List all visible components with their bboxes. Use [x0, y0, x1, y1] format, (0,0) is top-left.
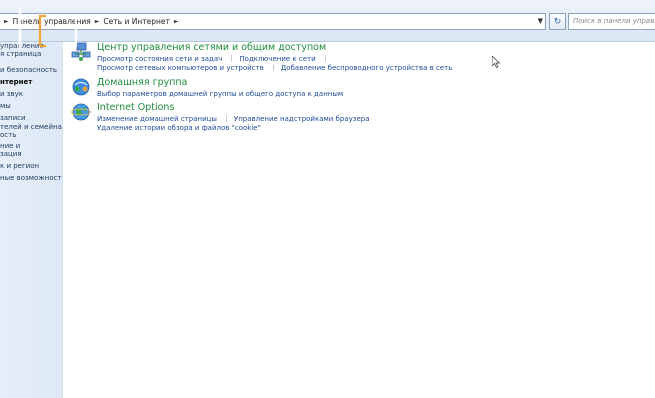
mouse-cursor-icon [492, 56, 500, 68]
category-homegroup: Домашняя группа Выбор параметров домашне… [71, 77, 631, 99]
sidebar-item-accounts[interactable]: записи [0, 114, 26, 122]
left-navigation-pane: управления я страница и безопасность нте… [0, 42, 63, 398]
sidebar-item-network[interactable]: нтернет [0, 78, 32, 86]
link-connect-to-network[interactable]: Подключение к сети [239, 55, 315, 63]
sidebar-item-programs[interactable]: мы [0, 102, 11, 110]
breadcrumb-arrow-icon[interactable]: ► [174, 18, 179, 25]
link-separator [324, 55, 326, 62]
link-homegroup-settings[interactable]: Выбор параметров домашней группы и общег… [97, 90, 343, 98]
category-title[interactable]: Домашняя группа [97, 77, 187, 88]
chevron-down-icon[interactable]: ▼ [538, 17, 543, 25]
sidebar-item-security[interactable]: и безопасность [0, 66, 57, 74]
category-network-center: Центр управления сетями и общим доступом… [71, 42, 631, 74]
refresh-button[interactable]: ↻ [549, 13, 566, 30]
main-content: Центр управления сетями и общим доступом… [63, 42, 655, 398]
sidebar-item-sound[interactable]: и звук [0, 90, 23, 98]
address-field[interactable]: ► Панель управления ► Сеть и Интернет ► … [0, 13, 546, 30]
link-delete-browsing-history[interactable]: Удаление истории обзора и файлов "cookie… [97, 124, 261, 132]
link-separator [225, 115, 227, 122]
breadcrumb-network-internet[interactable]: Сеть и Интернет [103, 17, 169, 26]
address-bar-region: ► Панель управления ► Сеть и Интернет ► … [0, 0, 655, 42]
link-manage-addons[interactable]: Управление надстройками браузера [234, 115, 370, 123]
link-view-network-status[interactable]: Просмотр состояния сети и задач [97, 55, 222, 63]
sidebar-item-region[interactable]: к и регион [0, 162, 39, 170]
breadcrumb-arrow-icon[interactable]: ► [95, 18, 100, 25]
category-internet-options: Internet Options Изменение домашней стра… [71, 102, 631, 134]
link-change-homepage[interactable]: Изменение домашней страницы [97, 115, 217, 123]
link-separator [272, 64, 274, 71]
link-row: Изменение домашней страницы Управление н… [97, 114, 637, 123]
search-placeholder: Поиск в панели управления [573, 17, 655, 25]
sidebar-item-appearance[interactable]: ние и [0, 142, 20, 150]
sidebar-item-appearance-2[interactable]: зация [0, 150, 22, 158]
refresh-icon: ↻ [553, 16, 562, 27]
category-title[interactable]: Центр управления сетями и общим доступом [97, 42, 326, 53]
sidebar-item-accessibility[interactable]: ные возможности [0, 174, 62, 182]
category-links: Выбор параметров домашней группы и общег… [97, 89, 637, 98]
link-separator [231, 55, 233, 62]
category-links: Просмотр состояния сети и задач Подключе… [97, 54, 637, 72]
link-row: Удаление истории обзора и файлов "cookie… [97, 123, 637, 132]
link-row: Просмотр состояния сети и задач Подключе… [97, 54, 637, 63]
sidebar-item-home-2[interactable]: я страница [0, 50, 41, 58]
link-row: Выбор параметров домашней группы и общег… [97, 89, 637, 98]
link-add-wireless-device[interactable]: Добавление беспроводного устройства в се… [281, 64, 453, 72]
category-title[interactable]: Internet Options [97, 102, 174, 113]
logo-icon [18, 8, 78, 49]
internet-globe-icon [71, 103, 91, 121]
sidebar-item-accounts-2[interactable]: телей и семейная [0, 123, 62, 131]
category-links: Изменение домашней страницы Управление н… [97, 114, 637, 132]
link-row: Просмотр сетевых компьютеров и устройств… [97, 63, 637, 72]
search-input[interactable]: Поиск в панели управления [568, 13, 655, 30]
sidebar-item-accounts-3[interactable]: ость [0, 131, 16, 139]
link-view-network-computers[interactable]: Просмотр сетевых компьютеров и устройств [97, 64, 264, 72]
homegroup-icon [72, 78, 90, 96]
